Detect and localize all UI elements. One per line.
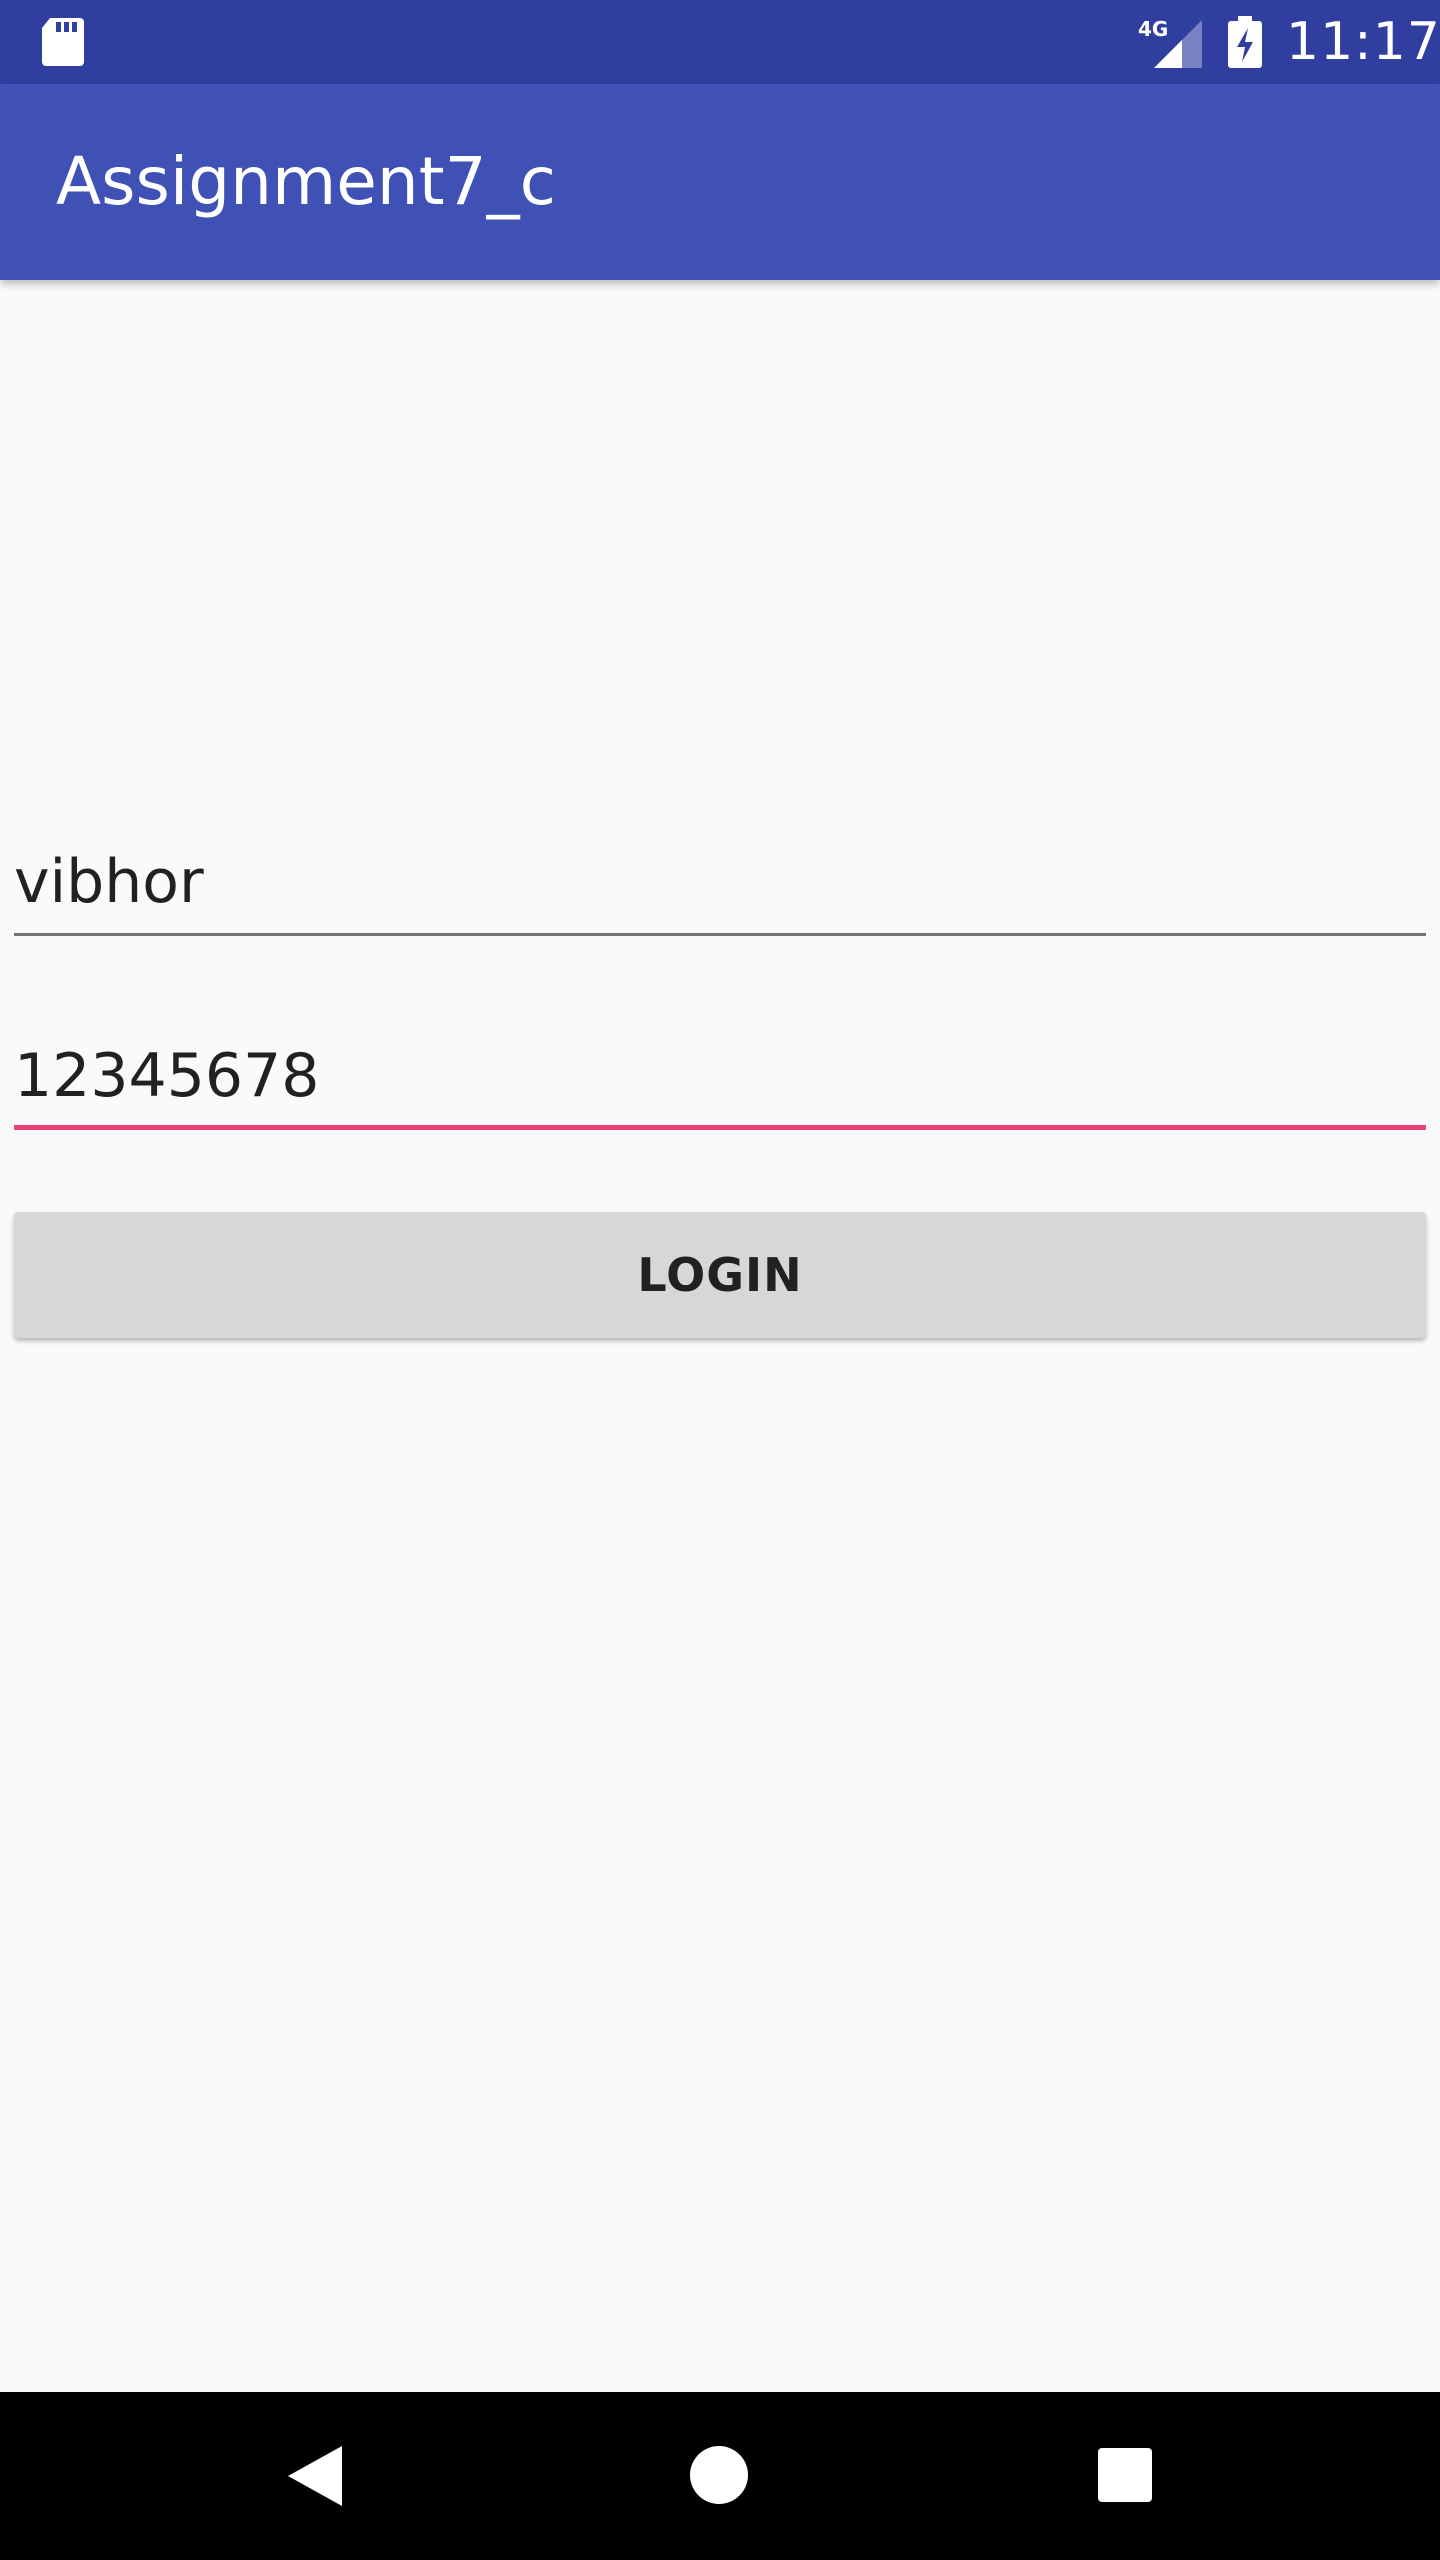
battery-charging-icon — [1228, 16, 1262, 68]
home-icon[interactable] — [690, 2446, 748, 2504]
username-value: vibhor — [14, 847, 204, 917]
password-field[interactable]: 12345678 — [14, 1020, 1426, 1130]
navigation-bar — [0, 2392, 1440, 2560]
password-value: 12345678 — [14, 1041, 320, 1111]
recents-icon[interactable] — [1098, 2448, 1152, 2502]
signal-4g-icon: 4G — [1138, 17, 1202, 68]
app-bar: Assignment7_c — [0, 84, 1440, 280]
status-bar: 4G 11:17 — [0, 0, 1440, 84]
status-clock: 11:17 — [1286, 12, 1440, 72]
login-button[interactable]: LOGIN — [14, 1212, 1426, 1338]
username-underline — [14, 933, 1426, 936]
login-button-label: LOGIN — [637, 1248, 803, 1302]
back-icon[interactable] — [288, 2446, 342, 2506]
username-field[interactable]: vibhor — [14, 826, 1426, 936]
app-title: Assignment7_c — [56, 143, 556, 220]
svg-text:4G: 4G — [1138, 17, 1168, 41]
password-underline — [14, 1125, 1426, 1130]
sd-card-icon — [42, 18, 84, 66]
